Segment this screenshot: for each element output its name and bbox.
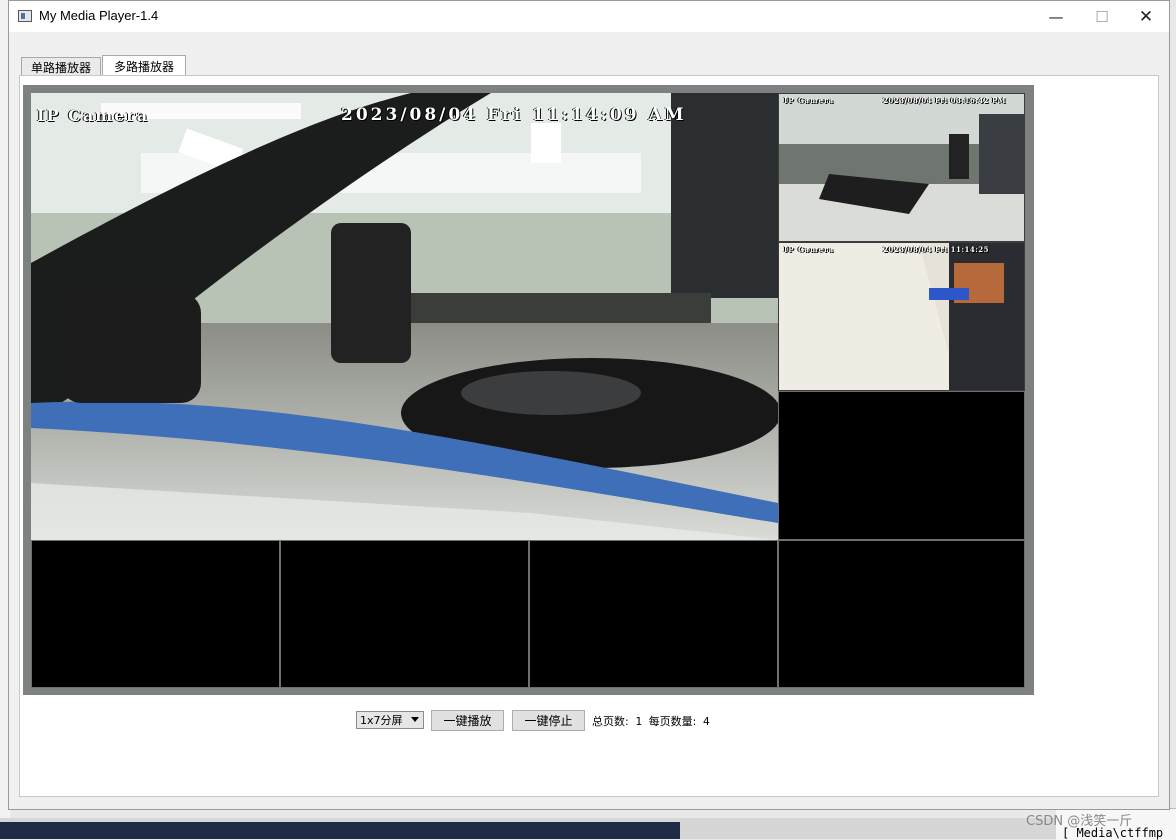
play-all-button[interactable]: 一键播放 (431, 710, 504, 731)
close-button[interactable]: ✕ (1123, 1, 1169, 32)
stop-all-button[interactable]: 一键停止 (512, 710, 585, 731)
camera-name-side-2: IP Camera (784, 245, 835, 254)
app-icon (18, 10, 32, 22)
minimize-button[interactable]: — (1033, 1, 1079, 32)
total-pages-label: 总页数: (592, 715, 629, 728)
video-cell-empty[interactable] (529, 540, 778, 688)
total-pages-value: 1 (635, 715, 642, 728)
camera-name-main: IP Camera (37, 106, 150, 125)
video-cell-empty[interactable] (280, 540, 529, 688)
camera-timestamp-side-2: 2023/08/04 Fri 11:14:25 (883, 245, 990, 254)
video-cell-side-1[interactable]: IP Camera 2023/08/04 Fri 03:16:42 PM (778, 93, 1025, 242)
layout-select[interactable]: 1x7分屏 (356, 711, 424, 729)
camera-feed-side-2 (779, 243, 1024, 390)
layout-select-value: 1x7分屏 (360, 714, 403, 727)
video-cell-side-2[interactable]: IP Camera 2023/08/04 Fri 11:14:25 (778, 242, 1025, 391)
camera-timestamp-side-1: 2023/08/04 Fri 03:16:42 PM (883, 96, 1006, 105)
camera-feed-side-1 (779, 94, 1024, 241)
chevron-down-icon (411, 717, 419, 722)
playback-controls: 1x7分屏 一键播放 一键停止 总页数: 1 每页数量: 4 (0, 710, 1176, 732)
page-stats: 总页数: 1 每页数量: 4 (592, 713, 710, 729)
video-cell-empty[interactable] (778, 540, 1025, 688)
camera-timestamp-main: 2023/08/04 Fri 11:14:09 AM (341, 105, 687, 125)
title-bar[interactable]: My Media Player-1.4 — ☐ ✕ (9, 1, 1169, 32)
background-window (0, 822, 680, 839)
video-cell-empty[interactable] (778, 391, 1025, 540)
video-cell-empty[interactable] (31, 540, 280, 688)
camera-name-side-1: IP Camera (784, 96, 835, 105)
video-grid: IP Camera 2023/08/04 Fri 11:14:09 AM IP … (31, 93, 1025, 688)
watermark: CSDN @浅笑一斤 (1026, 814, 1133, 829)
video-cell-main[interactable]: IP Camera 2023/08/04 Fri 11:14:09 AM (31, 93, 778, 540)
tab-multi-player[interactable]: 多路播放器 (102, 55, 186, 76)
per-page-label: 每页数量: (648, 715, 697, 728)
tab-single-player[interactable]: 单路播放器 (21, 57, 101, 76)
camera-feed-main (31, 93, 778, 540)
per-page-value: 4 (702, 715, 710, 728)
maximize-button[interactable]: ☐ (1079, 1, 1125, 32)
window-title: My Media Player-1.4 (39, 8, 159, 23)
